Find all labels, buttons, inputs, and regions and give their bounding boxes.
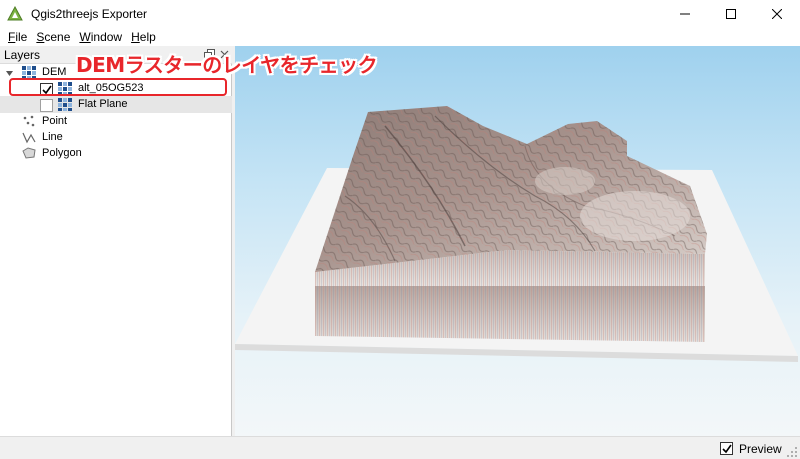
polygon-layer-icon	[22, 147, 36, 159]
layer-checkbox-flat-plane[interactable]	[40, 99, 53, 112]
menu-file[interactable]: File	[4, 29, 31, 45]
maximize-icon	[726, 9, 736, 19]
menu-help[interactable]: Help	[127, 29, 160, 45]
point-layer-icon	[23, 115, 35, 127]
terrain-render	[235, 106, 798, 362]
tree-group-polygon-label: Polygon	[42, 147, 82, 159]
close-icon	[772, 9, 782, 19]
annotation-label: DEMラスターのレイヤをチェック	[76, 53, 378, 77]
raster-layer-icon	[58, 98, 72, 111]
tree-group-point[interactable]: Point	[0, 113, 232, 130]
check-icon	[722, 444, 732, 454]
minimize-icon	[680, 13, 690, 15]
window-title: Qgis2threejs Exporter	[31, 7, 148, 21]
chevron-down-icon[interactable]	[5, 69, 14, 78]
resize-grip-icon[interactable]	[786, 446, 798, 458]
tree-group-line-label: Line	[42, 131, 63, 143]
tree-group-dem-label: DEM	[42, 66, 67, 78]
tree-group-point-label: Point	[42, 115, 68, 127]
tree-item-flat-plane[interactable]: Flat Plane	[0, 96, 232, 113]
annotation-highlight-box	[9, 78, 227, 96]
title-bar: Qgis2threejs Exporter	[0, 0, 800, 28]
minimize-button[interactable]	[662, 0, 708, 28]
layers-panel-title: Layers	[4, 48, 41, 62]
close-button[interactable]	[754, 0, 800, 28]
layers-panel: Layers DEM alt_05OG523 Flat Plane Point …	[0, 46, 232, 436]
menu-window[interactable]: Window	[75, 29, 126, 45]
preview-checkbox[interactable]	[720, 442, 733, 455]
3d-preview-viewport[interactable]	[235, 46, 800, 436]
maximize-button[interactable]	[708, 0, 754, 28]
tree-item-flat-plane-label: Flat Plane	[78, 98, 128, 110]
line-layer-icon	[22, 132, 36, 144]
tree-group-line[interactable]: Line	[0, 129, 232, 146]
qgis2threejs-logo-icon	[7, 6, 23, 21]
status-bar: Preview	[0, 436, 800, 459]
menu-bar: File Scene Window Help	[0, 28, 800, 46]
tree-group-polygon[interactable]: Polygon	[0, 145, 232, 162]
menu-scene[interactable]: Scene	[32, 29, 74, 45]
preview-label: Preview	[739, 442, 782, 456]
